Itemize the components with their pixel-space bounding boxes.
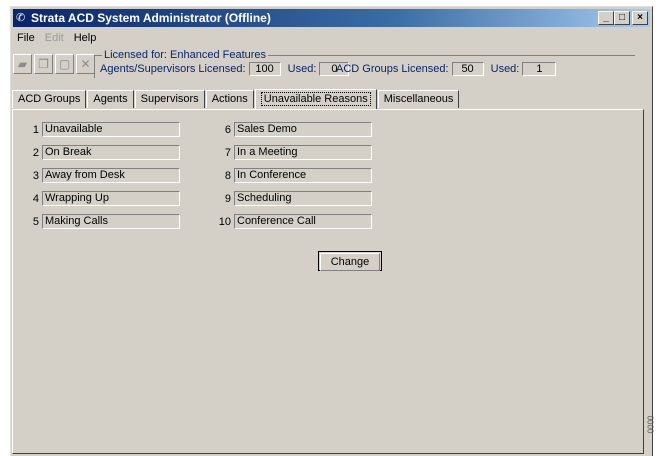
tab-unavailable-reasons-label: Unavailable Reasons — [260, 92, 371, 106]
license-group: Licensed for: Enhanced Features Agents/S… — [94, 49, 638, 79]
tab-supervisors[interactable]: Supervisors — [134, 90, 205, 108]
unavailable-reasons-panel: 1 Unavailable 2 On Break 3 Away from Des… — [12, 109, 644, 454]
reason-2-field[interactable]: On Break — [42, 145, 180, 160]
change-button-label: Change — [320, 253, 380, 271]
reason-number: 8 — [224, 169, 231, 182]
reason-number: 1 — [32, 123, 39, 136]
title-bar[interactable]: ✆ Strata ACD System Administrator (Offli… — [13, 9, 650, 27]
reason-row: 6 Sales Demo — [217, 122, 372, 137]
agents-license-row: Agents/Supervisors Licensed: 100 Used: 0 — [100, 62, 350, 76]
reason-number: 9 — [224, 192, 231, 205]
reason-row: 5 Making Calls — [25, 214, 180, 229]
reason-number: 2 — [32, 146, 39, 159]
tab-acd-groups[interactable]: ACD Groups — [12, 90, 87, 108]
reason-row: 9 Scheduling — [217, 191, 372, 206]
reason-row: 10 Conference Call — [217, 214, 372, 229]
minimize-button[interactable]: _ — [598, 11, 614, 25]
new-doc-icon[interactable]: ▢ — [55, 54, 74, 74]
reason-10-field[interactable]: Conference Call — [234, 214, 372, 229]
reason-4-field[interactable]: Wrapping Up — [42, 191, 180, 206]
reason-row: 1 Unavailable — [25, 122, 180, 137]
license-heading: Licensed for: Enhanced Features — [102, 49, 269, 61]
menu-edit[interactable]: Edit — [41, 29, 70, 47]
maximize-button[interactable]: □ — [614, 11, 630, 25]
window-title: Strata ACD System Administrator (Offline… — [31, 11, 271, 25]
copy-icon[interactable]: ❐ — [34, 54, 53, 74]
figure-code: 0000 — [645, 415, 655, 434]
change-button[interactable]: Change — [318, 251, 382, 271]
reason-number: 10 — [218, 215, 231, 228]
reason-number: 6 — [224, 123, 231, 136]
menu-file[interactable]: File — [13, 29, 41, 47]
window-controls: _ □ × — [598, 11, 648, 25]
reason-3-field[interactable]: Away from Desk — [42, 168, 180, 183]
reason-row: 4 Wrapping Up — [25, 191, 180, 206]
tab-miscellaneous[interactable]: Miscellaneous — [377, 90, 460, 108]
reason-8-field[interactable]: In Conference — [234, 168, 372, 183]
reason-row: 8 In Conference — [217, 168, 372, 183]
groups-used-value: 1 — [522, 62, 557, 76]
groups-license-row: ACD Groups Licensed: 50 Used: 1 — [336, 62, 557, 76]
tab-actions[interactable]: Actions — [205, 90, 254, 108]
close-button[interactable]: × — [632, 11, 648, 25]
menu-help[interactable]: Help — [70, 29, 103, 47]
toolbar: ▰ ❐ ▢ ✕ — [13, 51, 97, 77]
reason-number: 3 — [32, 169, 39, 182]
tab-strip: ACD Groups Agents Supervisors Actions Un… — [12, 88, 460, 109]
reason-number: 5 — [32, 215, 39, 228]
reason-6-field[interactable]: Sales Demo — [234, 122, 372, 137]
groups-used-label: Used: — [490, 62, 520, 75]
groups-licensed-label: ACD Groups Licensed: — [336, 62, 449, 75]
app-icon: ✆ — [16, 12, 26, 24]
tab-agents[interactable]: Agents — [87, 90, 134, 108]
reason-number: 7 — [224, 146, 231, 159]
agents-used-label: Used: — [287, 62, 317, 75]
reason-row: 2 On Break — [25, 145, 180, 160]
tab-unavailable-reasons[interactable]: Unavailable Reasons — [254, 89, 377, 109]
folder-icon[interactable]: ▰ — [13, 54, 32, 74]
delete-icon[interactable]: ✕ — [76, 54, 95, 74]
reason-row: 3 Away from Desk — [25, 168, 180, 183]
groups-licensed-value: 50 — [451, 62, 484, 76]
reason-number: 4 — [32, 192, 39, 205]
reason-7-field[interactable]: In a Meeting — [234, 145, 372, 160]
reason-1-field[interactable]: Unavailable — [42, 122, 180, 137]
reason-9-field[interactable]: Scheduling — [234, 191, 372, 206]
reason-row: 7 In a Meeting — [217, 145, 372, 160]
agents-licensed-label: Agents/Supervisors Licensed: — [100, 62, 246, 75]
reason-5-field[interactable]: Making Calls — [42, 214, 180, 229]
menu-bar: File Edit Help — [13, 29, 102, 47]
agents-licensed-value: 100 — [248, 62, 281, 76]
